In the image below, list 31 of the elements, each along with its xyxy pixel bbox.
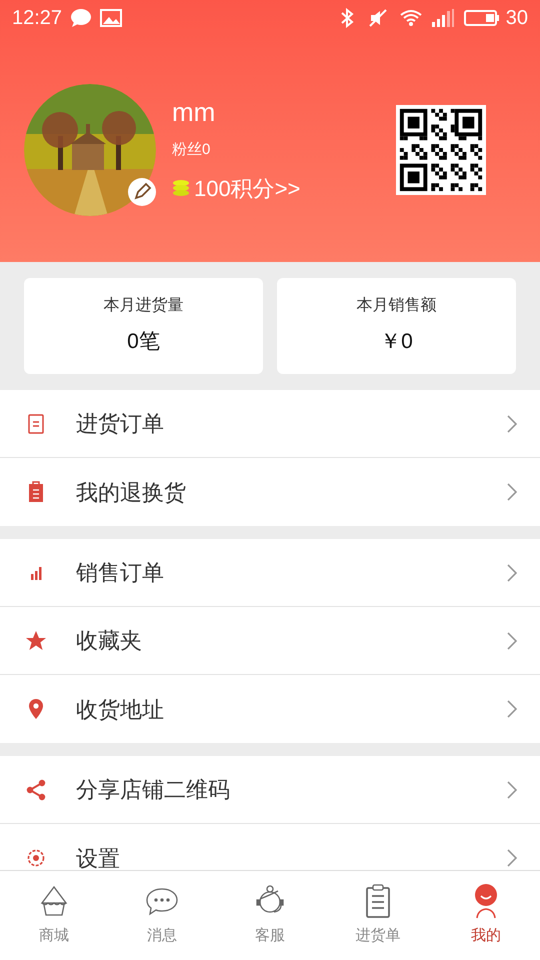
stat-label: 本月进货量 xyxy=(104,296,184,316)
star-icon xyxy=(24,628,48,652)
coin-stack-icon xyxy=(172,179,190,198)
chevron-right-icon xyxy=(506,482,518,502)
chevron-right-icon xyxy=(506,699,518,719)
battery-level: 30 xyxy=(506,6,528,31)
tab-item[interactable]: 客服 xyxy=(216,883,324,948)
user-name: mm xyxy=(172,96,216,130)
chevron-right-icon xyxy=(506,848,518,868)
tab-item[interactable]: 我的 xyxy=(432,883,540,948)
signal-icon xyxy=(430,8,456,28)
stat-label: 本月销售额 xyxy=(356,296,436,316)
chevron-right-icon xyxy=(506,630,518,650)
stat-value: 0笔 xyxy=(127,329,160,356)
bluetooth-icon xyxy=(340,8,354,28)
chat-icon xyxy=(70,8,92,28)
wifi-icon xyxy=(400,9,422,27)
tab-item[interactable]: 进货单 xyxy=(324,883,432,948)
muted-icon xyxy=(368,8,388,28)
share-icon xyxy=(24,778,48,802)
battery-icon xyxy=(464,9,500,27)
chevron-right-icon xyxy=(506,780,518,800)
chevron-right-icon xyxy=(506,562,518,582)
stat-value: ￥0 xyxy=(380,329,413,356)
tab-item[interactable]: 商城 xyxy=(0,883,108,948)
chevron-right-icon xyxy=(506,414,518,434)
fans-count: 粉丝0 xyxy=(172,140,212,160)
image-icon xyxy=(100,9,122,27)
tab-item[interactable]: 消息 xyxy=(108,883,216,948)
edit-pencil-icon[interactable] xyxy=(128,178,156,206)
status-time: 12:27 xyxy=(12,6,62,31)
